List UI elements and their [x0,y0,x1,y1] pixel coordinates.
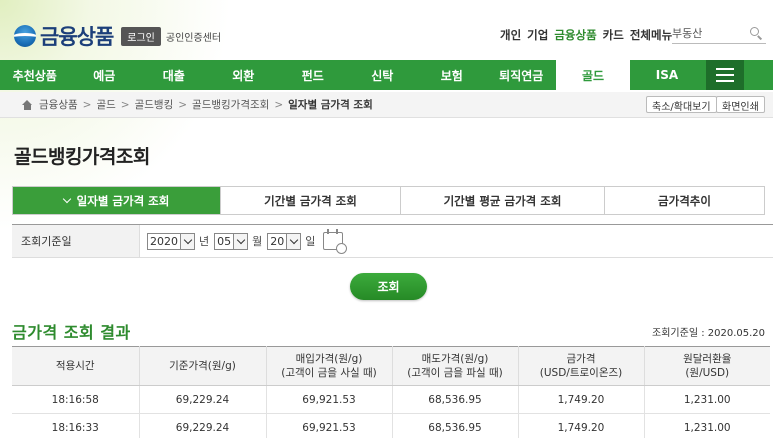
month-select[interactable]: 05 [214,232,249,250]
tab-daily-price[interactable]: 일자별 금가격 조회 [13,187,221,214]
zoom-button[interactable]: 축소/확대보기 [646,96,717,113]
column-header: 기준가격(원/g) [139,346,267,386]
query-row: 조회기준일 2020 년 05 월 20 일 [12,224,773,258]
chevron-down-icon [62,194,71,203]
menu-item-loan[interactable]: 대출 [139,60,209,90]
cell-fx-rate: 1,231.00 [644,413,770,438]
column-header: 매도가격(원/g) (고객이 금을 파실 때) [392,346,519,386]
cell-buy-price: 69,921.53 [266,413,393,438]
top-nav-all-menu[interactable]: 전체메뉴 [630,27,672,43]
cell-gold-usd: 1,749.20 [518,385,645,414]
search-box [672,22,766,44]
search-input[interactable] [672,26,746,39]
breadcrumb-item[interactable]: 골드뱅킹가격조회 [192,97,269,112]
menu-item-gold[interactable]: 골드 [556,60,630,90]
day-select[interactable]: 20 [267,232,302,250]
login-button[interactable]: 로그인 [121,26,161,46]
cell-buy-price: 69,921.53 [266,385,393,414]
breadcrumb-current: 일자별 금가격 조회 [288,99,373,111]
table-row: 18:16:33 69,229.24 69,921.53 68,536.95 1… [12,413,770,438]
breadcrumb-item[interactable]: 골드뱅킹 [135,97,174,112]
query-button[interactable]: 조회 [350,273,427,300]
tab-period-price[interactable]: 기간별 금가격 조회 [221,187,401,214]
top-nav: 개인 기업 금융상품 카드 전체메뉴 [500,27,678,43]
cell-base-price: 69,229.24 [139,413,267,438]
top-header: 금융상품 로그인 공인인증센터 개인 기업 금융상품 카드 전체메뉴 [0,0,773,60]
result-date: 조회기준일 : 2020.05.20 [652,328,765,339]
result-title: 금가격 조회 결과 [12,323,131,342]
home-icon[interactable] [22,99,33,110]
column-header: 적용시간 [12,346,140,386]
breadcrumb-item[interactable]: 골드 [96,97,115,112]
cert-center-link[interactable]: 공인인증센터 [166,29,221,44]
price-table: 적용시간 기준가격(원/g) 매입가격(원/g) (고객이 금을 사실 때) 매도… [12,346,770,438]
column-header: 원달러환율 (원/USD) [644,346,770,386]
cell-gold-usd: 1,749.20 [518,413,645,438]
hamburger-menu-icon[interactable] [706,60,744,90]
cell-base-price: 69,229.24 [139,385,267,414]
chevron-down-icon [233,233,248,249]
menu-item-insurance[interactable]: 보험 [417,60,487,90]
calendar-icon[interactable] [323,229,348,254]
search-icon[interactable] [750,26,762,39]
breadcrumb-item[interactable]: 금융상품 [39,97,78,112]
menu-item-pension[interactable]: 퇴직연금 [487,60,557,90]
column-header: 매입가격(원/g) (고객이 금을 사실 때) [266,346,393,386]
breadcrumb: 금융상품 > 골드 > 골드뱅킹 > 골드뱅킹가격조회 > 일자별 금가격 조회… [0,92,773,118]
tab-price-trend[interactable]: 금가격추이 [605,187,764,214]
table-header-row: 적용시간 기준가격(원/g) 매입가격(원/g) (고객이 금을 사실 때) 매도… [12,346,770,386]
tab-period-average[interactable]: 기간별 평균 금가격 조회 [401,187,605,214]
chevron-down-icon [180,233,194,249]
table-row: 18:16:58 69,229.24 69,921.53 68,536.95 1… [12,385,770,414]
top-nav-products[interactable]: 금융상품 [554,27,596,43]
menu-item-deposit[interactable]: 예금 [70,60,140,90]
menu-item-fund[interactable]: 펀드 [278,60,348,90]
print-button[interactable]: 화면인쇄 [716,96,765,113]
cell-fx-rate: 1,231.00 [644,385,770,414]
menu-item-recommended[interactable]: 추천상품 [0,60,70,90]
cell-time: 18:16:58 [12,385,140,414]
cell-sell-price: 68,536.95 [392,385,519,414]
top-nav-card[interactable]: 카드 [603,27,624,43]
main-menu: 추천상품 예금 대출 외환 펀드 신탁 보험 퇴직연금 골드 ISA [0,60,773,90]
bank-logo-icon [14,25,36,47]
menu-item-forex[interactable]: 외환 [209,60,279,90]
column-header: 금가격 (USD/트로이온즈) [518,346,645,386]
cell-sell-price: 68,536.95 [392,413,519,438]
query-label: 조회기준일 [12,225,140,257]
top-nav-business[interactable]: 기업 [527,27,548,43]
year-select[interactable]: 2020 [147,232,195,250]
query-date-fields: 2020 년 05 월 20 일 [140,225,348,257]
page-title: 골드뱅킹가격조회 [14,146,150,168]
menu-item-trust[interactable]: 신탁 [348,60,418,90]
logo[interactable]: 금융상품 로그인 공인인증센터 [14,21,221,51]
top-nav-personal[interactable]: 개인 [500,27,521,43]
cell-time: 18:16:33 [12,413,140,438]
tab-bar: 일자별 금가격 조회 기간별 금가격 조회 기간별 평균 금가격 조회 금가격추… [12,186,765,215]
chevron-down-icon [286,233,301,249]
logo-text: 금융상품 [40,25,114,49]
menu-item-isa[interactable]: ISA [630,60,704,90]
